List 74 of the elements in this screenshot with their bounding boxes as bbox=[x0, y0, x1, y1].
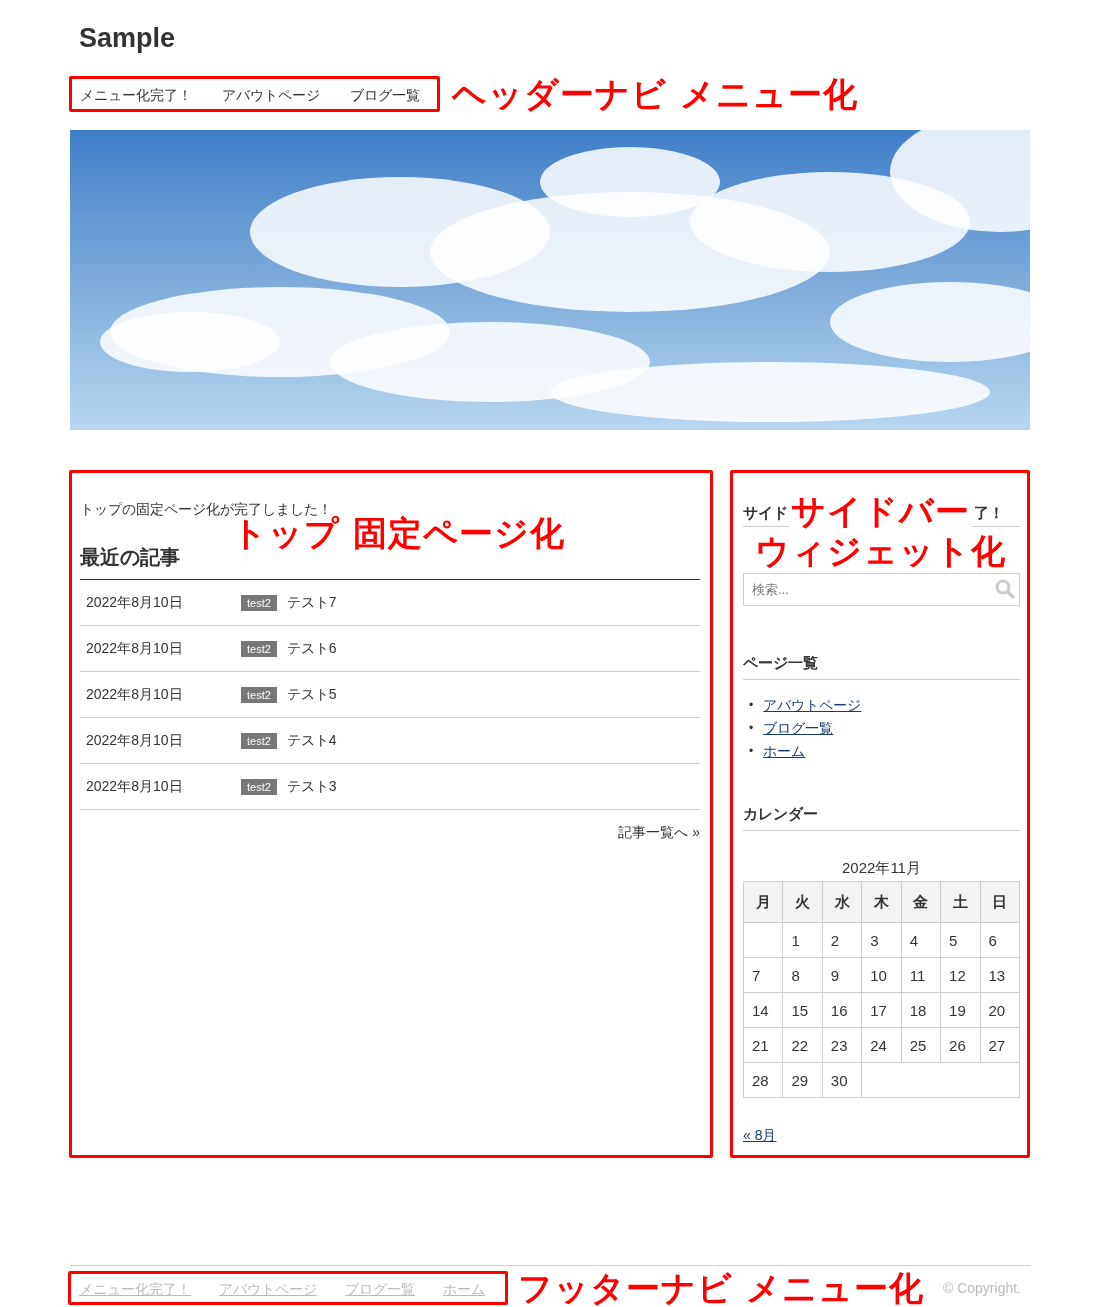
calendar-day: 9 bbox=[822, 957, 862, 993]
calendar-day: 3 bbox=[861, 922, 902, 958]
category-tag[interactable]: test2 bbox=[241, 594, 277, 611]
calendar-day: 13 bbox=[980, 957, 1020, 993]
nav-link[interactable]: メニュー化完了！ bbox=[80, 85, 192, 105]
calendar-day: 2 bbox=[822, 922, 862, 958]
site-title[interactable]: Sample bbox=[79, 20, 1031, 56]
post-link[interactable]: テスト6 bbox=[286, 639, 337, 658]
calendar-day: 20 bbox=[980, 992, 1020, 1028]
post-date: 2022年8月10日 bbox=[86, 685, 184, 704]
calendar-caption: 2022年11月 bbox=[841, 858, 922, 878]
post-link[interactable]: テスト3 bbox=[286, 777, 337, 796]
calendar-day: 25 bbox=[901, 1027, 941, 1063]
calendar-day: 29 bbox=[782, 1062, 823, 1098]
calendar-day: 8 bbox=[782, 957, 823, 993]
post-date: 2022年8月10日 bbox=[86, 731, 184, 750]
weekday-header: 金 bbox=[901, 881, 941, 923]
calendar-day: 1 bbox=[782, 922, 823, 958]
post-link[interactable]: テスト7 bbox=[286, 593, 337, 612]
category-tag[interactable]: test2 bbox=[241, 778, 277, 795]
weekday-header: 土 bbox=[940, 881, 981, 923]
calendar-day: 5 bbox=[940, 922, 981, 958]
search-icon[interactable] bbox=[995, 578, 1015, 599]
bullet-mark: • bbox=[749, 743, 754, 761]
calendar-day: 17 bbox=[861, 992, 902, 1028]
calendar-day: 6 bbox=[980, 922, 1020, 958]
calendar-day: 10 bbox=[861, 957, 902, 993]
weekday-header: 日 bbox=[980, 881, 1020, 923]
widget-title: カレンダー bbox=[743, 803, 1020, 831]
post-link[interactable]: テスト4 bbox=[286, 731, 337, 750]
calendar-day: 22 bbox=[782, 1027, 823, 1063]
page-link[interactable]: ホーム bbox=[763, 740, 806, 764]
category-tag[interactable]: test2 bbox=[241, 640, 277, 657]
calendar-day: 21 bbox=[743, 1027, 783, 1063]
page-link[interactable]: アバウトページ bbox=[763, 694, 862, 718]
weekday-header: 木 bbox=[861, 881, 902, 923]
calendar-day: 26 bbox=[940, 1027, 981, 1063]
annotation-text: ヘッダーナビ メニュー化 bbox=[452, 74, 858, 114]
post-link[interactable]: テスト5 bbox=[286, 685, 337, 704]
calendar-day: 23 bbox=[822, 1027, 862, 1063]
weekday-header: 月 bbox=[743, 881, 783, 923]
calendar-day: 19 bbox=[940, 992, 981, 1028]
page-link[interactable]: ブログ一覧 bbox=[763, 717, 834, 741]
widget-title: サイド bbox=[743, 503, 788, 523]
calendar-day: 12 bbox=[940, 957, 981, 993]
calendar-day: 27 bbox=[980, 1027, 1020, 1063]
widget-title: 了！ bbox=[974, 503, 1004, 523]
nav-link[interactable]: アバウトページ bbox=[222, 85, 320, 105]
post-date: 2022年8月10日 bbox=[86, 639, 184, 658]
annotation-text: フッターナビ メニュー化 bbox=[518, 1268, 924, 1307]
bullet-mark: • bbox=[749, 697, 754, 715]
calendar-day: 7 bbox=[743, 957, 783, 993]
weekday-header: 火 bbox=[782, 881, 823, 923]
calendar-day: 28 bbox=[743, 1062, 783, 1098]
calendar-day: 15 bbox=[782, 992, 823, 1028]
search-field[interactable]: 検索... bbox=[743, 572, 1020, 606]
category-tag[interactable]: test2 bbox=[241, 732, 277, 749]
post-date: 2022年8月10日 bbox=[86, 593, 184, 612]
calendar-day: 4 bbox=[901, 922, 941, 958]
category-tag[interactable]: test2 bbox=[241, 686, 277, 703]
weekday-header: 水 bbox=[822, 881, 862, 923]
post-date: 2022年8月10日 bbox=[86, 777, 184, 796]
more-link[interactable]: 記事一覧へ » bbox=[618, 824, 700, 842]
calendar-day: 30 bbox=[822, 1062, 862, 1098]
nav-link[interactable]: ブログ一覧 bbox=[350, 85, 420, 105]
bullet-mark: • bbox=[749, 720, 754, 738]
prev-month-link[interactable]: « 8月 bbox=[743, 1127, 777, 1143]
calendar-day: 14 bbox=[743, 992, 783, 1028]
calendar-day: 16 bbox=[822, 992, 862, 1028]
calendar-day: 11 bbox=[901, 957, 941, 993]
copyright-text: © Copyright. bbox=[943, 1280, 1021, 1296]
calendar-day: 18 bbox=[901, 992, 941, 1028]
calendar-day: 24 bbox=[861, 1027, 902, 1063]
widget-title: ページ一覧 bbox=[743, 653, 1020, 681]
